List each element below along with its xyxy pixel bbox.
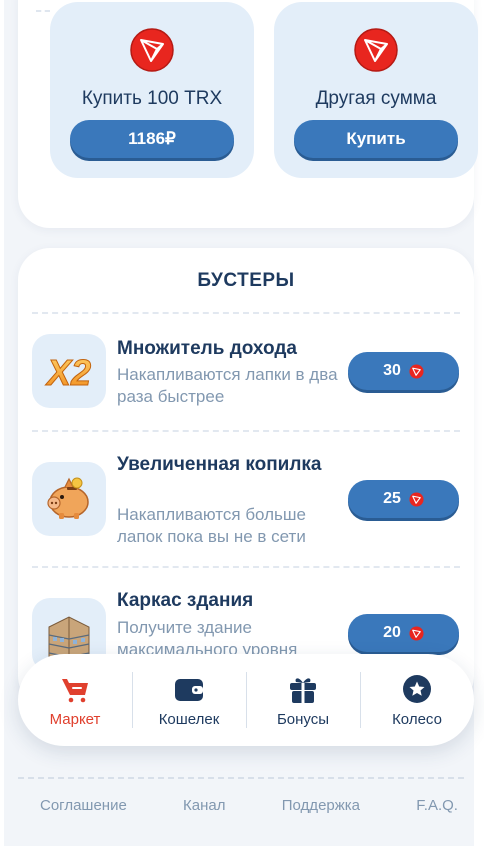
tron-logo-icon	[130, 28, 174, 72]
nav-item-wallet[interactable]: Кошелек	[132, 654, 246, 746]
booster-name: Увеличенная копилка	[117, 454, 322, 475]
page-edge-left	[0, 0, 4, 846]
booster-name: Каркас здания	[117, 590, 254, 611]
divider	[36, 10, 50, 12]
star-wheel-icon	[401, 673, 433, 705]
footer-links: Соглашение Канал Поддержка F.A.Q.	[18, 797, 470, 814]
boosters-card: БУСТЕРЫ X2 Множитель дохода Накапливаютс…	[18, 248, 474, 708]
buy-booster-button[interactable]: 25	[348, 480, 459, 518]
bottom-navigation: Маркет Кошелек Бонусы Колесо	[18, 654, 474, 746]
custom-amount-tile: Другая сумма Купить	[274, 2, 478, 178]
booster-name: Множитель дохода	[117, 338, 297, 359]
cart-icon	[59, 673, 91, 705]
nav-item-wheel[interactable]: Колесо	[360, 654, 474, 746]
nav-item-market[interactable]: Маркет	[18, 654, 132, 746]
footer-link-channel[interactable]: Канал	[161, 797, 237, 814]
buy-booster-button[interactable]: 20	[348, 614, 459, 652]
offer-title: Купить 100 TRX	[81, 88, 223, 109]
tron-logo-icon	[409, 363, 424, 379]
nav-label: Кошелек	[158, 710, 220, 728]
divider	[32, 312, 460, 314]
footer-link-agreement[interactable]: Соглашение	[18, 797, 139, 814]
nav-label: Маркет	[49, 710, 101, 728]
divider	[32, 566, 460, 568]
x2-multiplier-icon: X2	[32, 334, 106, 408]
tron-logo-icon	[409, 491, 424, 507]
svg-text:X2: X2	[45, 352, 91, 393]
buy-trx-card: Купить 100 TRX 1186₽ Другая сумма Купить	[18, 0, 478, 228]
piggy-bank-icon	[32, 462, 106, 536]
price-label: 20	[383, 624, 401, 641]
nav-label: Бонусы	[276, 710, 330, 728]
tron-logo-icon	[409, 625, 424, 641]
buy-booster-button[interactable]: 30	[348, 352, 459, 390]
nav-item-bonuses[interactable]: Бонусы	[246, 654, 360, 746]
boosters-title: БУСТЕРЫ	[197, 270, 295, 291]
footer-link-support[interactable]: Поддержка	[260, 797, 372, 814]
buy-100-trx-button[interactable]: 1186₽	[70, 120, 234, 158]
price-label: 25	[383, 490, 401, 507]
divider	[18, 777, 464, 779]
offer-title: Другая сумма	[315, 88, 437, 109]
divider	[32, 430, 460, 432]
buy-custom-amount-button[interactable]: Купить	[294, 120, 458, 158]
booster-description: Накапливаются больше лапок пока вы не в …	[117, 505, 307, 546]
price-label: 30	[383, 362, 401, 379]
tron-logo-icon	[354, 28, 398, 72]
booster-description: Накапливаются лапки в два раза быстрее	[117, 365, 338, 406]
gift-icon	[287, 673, 319, 705]
wallet-icon	[173, 673, 205, 705]
buy-100-trx-tile: Купить 100 TRX 1186₽	[50, 2, 254, 178]
footer-link-faq[interactable]: F.A.Q.	[394, 797, 470, 814]
nav-label: Колесо	[392, 710, 442, 728]
